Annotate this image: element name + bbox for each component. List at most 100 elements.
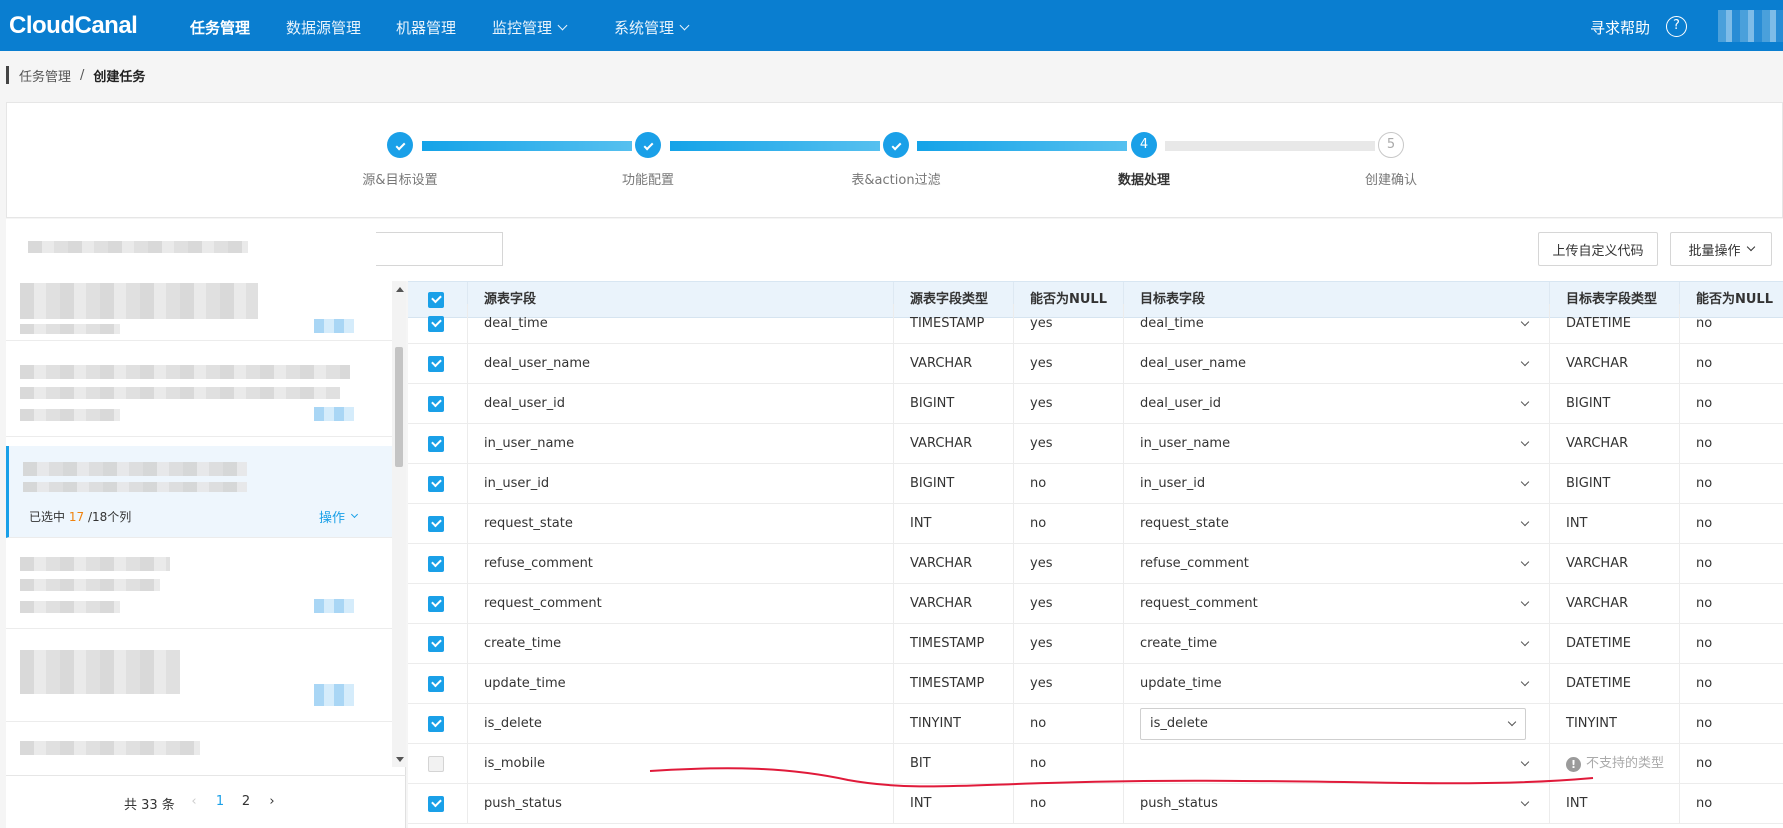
next-page-icon[interactable]: ›: [260, 790, 284, 814]
row-checkbox[interactable]: [428, 716, 444, 732]
target-field-select[interactable]: refuse_comment: [1124, 544, 1550, 584]
chevron-down-icon: [1520, 437, 1530, 447]
upload-custom-code-button[interactable]: 上传自定义代码: [1538, 232, 1658, 266]
nav-system-management[interactable]: 系统管理: [614, 17, 690, 38]
chevron-down-icon: [1520, 757, 1530, 767]
row-select-cell: [408, 624, 468, 664]
step-connector: [422, 141, 632, 151]
breadcrumb: 任务管理 / 创建任务: [6, 66, 146, 85]
pagination: 共 33 条 ‹ 1 2 ›: [6, 775, 406, 828]
nav-machine-management[interactable]: 机器管理: [396, 17, 456, 38]
list-item[interactable]: [6, 543, 392, 629]
row-checkbox[interactable]: [428, 636, 444, 652]
step-label: 数据处理: [1117, 173, 1171, 188]
target-nullable-cell: no: [1696, 716, 1713, 731]
table-row: create_time TIMESTAMP yes create_time DATETI…: [408, 624, 1783, 664]
row-checkbox[interactable]: [428, 676, 444, 692]
row-checkbox[interactable]: [428, 396, 444, 412]
row-select-cell: [408, 664, 468, 704]
row-checkbox[interactable]: [428, 596, 444, 612]
toolbar: 上传自定义代码 批量操作: [6, 219, 1783, 281]
target-field-select[interactable]: in_user_id: [1124, 464, 1550, 504]
nav-monitor-management[interactable]: 监控管理: [492, 17, 568, 38]
step-label: 表&action过滤: [851, 173, 941, 188]
target-field-select-box[interactable]: is_delete: [1140, 708, 1526, 740]
chevron-down-icon: [1520, 557, 1530, 567]
chevron-down-icon: [1507, 717, 1517, 727]
scroll-down-icon[interactable]: [396, 757, 404, 762]
target-type-cell: DATETIME: [1550, 624, 1680, 664]
chevron-down-icon: [1520, 797, 1530, 807]
step-label: 源&目标设置: [362, 173, 438, 188]
breadcrumb-current: 创建任务: [93, 69, 146, 85]
row-select-cell: [408, 504, 468, 544]
app-logo[interactable]: CloudCanal: [9, 12, 138, 40]
target-field-select[interactable]: push_status: [1124, 784, 1550, 824]
target-field-select[interactable]: [1124, 744, 1550, 784]
table-list-panel: 已选中 17 /18个列 操作 共 33 条 ‹ 1 2 ›: [6, 281, 406, 828]
list-item[interactable]: [6, 636, 392, 722]
operation-dropdown[interactable]: 操作: [319, 507, 359, 526]
source-type-cell: BIGINT: [894, 464, 1014, 504]
breadcrumb-parent[interactable]: 任务管理: [19, 66, 71, 85]
target-field-select[interactable]: deal_time: [1124, 304, 1550, 344]
row-checkbox[interactable]: [428, 316, 444, 332]
target-field-select[interactable]: is_delete: [1124, 704, 1550, 744]
row-checkbox[interactable]: [428, 476, 444, 492]
target-field-select[interactable]: deal_user_id: [1124, 384, 1550, 424]
source-field-cell: request_state: [468, 504, 894, 544]
question-icon[interactable]: ?: [1666, 16, 1687, 37]
target-field-select[interactable]: request_comment: [1124, 584, 1550, 624]
page-1-button[interactable]: 1: [208, 790, 232, 814]
scrollbar-thumb[interactable]: [395, 347, 403, 467]
step-1-done-icon: [387, 132, 413, 158]
table-row: is_mobile BIT no! 不支持的类型 no: [408, 744, 1783, 784]
target-nullable-cell: no: [1696, 796, 1713, 811]
target-field-select[interactable]: request_state: [1124, 504, 1550, 544]
nav-datasource-management[interactable]: 数据源管理: [286, 17, 361, 38]
redacted-badge: [314, 319, 354, 333]
list-item[interactable]: [6, 281, 392, 341]
batch-operation-button[interactable]: 批量操作: [1670, 232, 1772, 266]
scroll-up-icon[interactable]: [396, 287, 404, 292]
source-nullable-cell: no: [1014, 504, 1124, 544]
redacted-text: [20, 557, 170, 571]
source-type-cell: TIMESTAMP: [894, 664, 1014, 704]
redacted-text: [20, 283, 258, 319]
source-field-cell: request_comment: [468, 584, 894, 624]
source-field-cell: create_time: [468, 624, 894, 664]
help-link[interactable]: 寻求帮助: [1590, 17, 1650, 38]
source-type-cell: BIT: [894, 744, 1014, 784]
target-type-cell: VARCHAR: [1550, 584, 1680, 624]
selected-columns-count: 已选中 17 /18个列: [29, 510, 132, 524]
search-input[interactable]: [376, 232, 503, 266]
nav-task-management[interactable]: 任务管理: [190, 17, 250, 38]
row-checkbox[interactable]: [428, 516, 444, 532]
target-field-select[interactable]: create_time: [1124, 624, 1550, 664]
row-checkbox[interactable]: [428, 756, 444, 772]
target-nullable-cell: no: [1696, 476, 1713, 491]
row-checkbox[interactable]: [428, 356, 444, 372]
chevron-down-icon: [350, 510, 359, 519]
row-checkbox[interactable]: [428, 436, 444, 452]
table-row: push_status INT no push_status INT no: [408, 784, 1783, 824]
list-item[interactable]: [6, 351, 392, 437]
prev-page-icon[interactable]: ‹: [182, 790, 206, 814]
target-field-select[interactable]: in_user_name: [1124, 424, 1550, 464]
step-connector: [1165, 141, 1375, 151]
source-type-cell: VARCHAR: [894, 544, 1014, 584]
page-2-button[interactable]: 2: [234, 790, 258, 814]
row-checkbox[interactable]: [428, 796, 444, 812]
chevron-down-icon: [1520, 317, 1530, 327]
row-checkbox[interactable]: [428, 556, 444, 572]
target-field-select[interactable]: update_time: [1124, 664, 1550, 704]
source-nullable-cell: yes: [1014, 344, 1124, 384]
target-field-select[interactable]: deal_user_name: [1124, 344, 1550, 384]
avatar[interactable]: [1718, 10, 1783, 42]
target-nullable-cell: no: [1696, 596, 1713, 611]
source-type-cell: TINYINT: [894, 704, 1014, 744]
chevron-down-icon: [1520, 397, 1530, 407]
step-4-active: 4: [1131, 132, 1157, 158]
list-item-selected[interactable]: 已选中 17 /18个列 操作: [6, 446, 392, 538]
list-item[interactable]: [6, 731, 392, 767]
